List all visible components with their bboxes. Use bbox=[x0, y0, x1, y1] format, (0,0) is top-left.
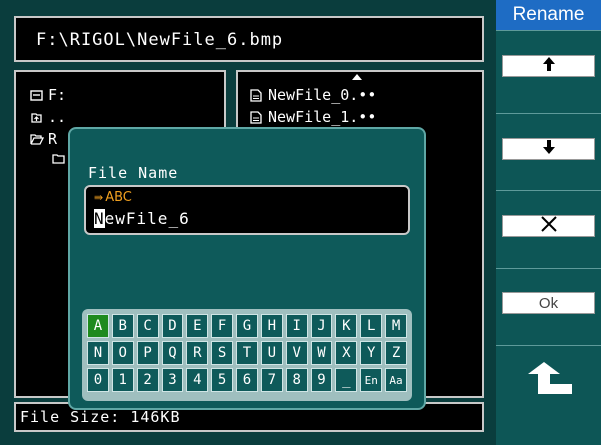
key-1[interactable]: 1 bbox=[111, 368, 134, 392]
input-mode-icon: ⇛ bbox=[94, 191, 104, 204]
dir-item-parent[interactable]: .. bbox=[30, 108, 66, 126]
key-j[interactable]: J bbox=[310, 314, 333, 338]
file-name-text: ewFile_6 bbox=[104, 209, 190, 228]
dir-item-rigol[interactable]: R bbox=[30, 130, 57, 148]
file-icon bbox=[250, 88, 264, 102]
back-button[interactable] bbox=[510, 348, 588, 408]
key-r[interactable]: R bbox=[186, 341, 209, 365]
soft-keyboard: A B C D E F G H I J K L M N O P Q R S T U V W X Y Z 0 1 2 3 4 5 6 7 8 9 _ En A… bbox=[82, 309, 412, 401]
text-cursor: N bbox=[94, 209, 105, 228]
dir-item-drive[interactable]: F: bbox=[30, 86, 66, 104]
key-q[interactable]: Q bbox=[161, 341, 184, 365]
menu-divider bbox=[496, 113, 601, 114]
file-icon bbox=[250, 110, 264, 124]
key-en[interactable]: En bbox=[360, 368, 383, 392]
key-9[interactable]: 9 bbox=[310, 368, 333, 392]
delete-char-button[interactable] bbox=[502, 215, 595, 237]
key-2[interactable]: 2 bbox=[136, 368, 159, 392]
oscilloscope-screen: F:\RIGOL\NewFile_6.bmp F: .. R NewFile_0… bbox=[0, 0, 601, 445]
input-mode-indicator: ⇛ ABC bbox=[94, 190, 132, 205]
path-text: F:\RIGOL\NewFile_6.bmp bbox=[36, 30, 284, 50]
key-k[interactable]: K bbox=[335, 314, 358, 338]
key-g[interactable]: G bbox=[236, 314, 258, 338]
key-8[interactable]: 8 bbox=[285, 368, 308, 392]
key-s[interactable]: S bbox=[211, 341, 234, 365]
key-3[interactable]: 3 bbox=[161, 368, 184, 392]
cursor-up-button[interactable] bbox=[502, 55, 595, 77]
file-item-label: NewFile_0.•• bbox=[268, 86, 377, 104]
file-item-label: NewFile_1.•• bbox=[268, 108, 377, 126]
menu-divider bbox=[496, 190, 601, 191]
path-bar: F:\RIGOL\NewFile_6.bmp bbox=[14, 16, 484, 62]
file-name-dialog: File Name ⇛ ABC NewFile_6 ABCDEFGHIJKLMNO… bbox=[68, 127, 426, 410]
back-arrow-icon bbox=[510, 362, 588, 412]
key-v[interactable]: V bbox=[285, 341, 308, 365]
key-o[interactable]: O bbox=[111, 341, 134, 365]
input-mode-label: ABC bbox=[105, 190, 132, 205]
file-name-value: NewFile_6 bbox=[94, 209, 190, 228]
key-a[interactable]: A bbox=[87, 314, 109, 338]
dir-item-label: R bbox=[48, 130, 58, 148]
key-e[interactable]: E bbox=[186, 314, 209, 338]
keyboard-row: 0 1 2 3 4 5 6 7 8 9 _ En Aa bbox=[87, 368, 407, 392]
softkey-menu: Rename Ok bbox=[496, 0, 601, 445]
key-x[interactable]: X bbox=[335, 341, 358, 365]
key-d[interactable]: D bbox=[161, 314, 184, 338]
menu-divider bbox=[496, 268, 601, 269]
arrow-up-icon bbox=[542, 56, 556, 76]
key-h[interactable]: H bbox=[260, 314, 283, 338]
cursor-down-button[interactable] bbox=[502, 138, 595, 160]
drive-icon bbox=[30, 89, 44, 102]
file-name-input[interactable]: ⇛ ABC NewFile_6 bbox=[84, 185, 410, 235]
dir-item-label: F: bbox=[48, 86, 67, 104]
open-folder-icon bbox=[30, 133, 45, 146]
key-c[interactable]: C bbox=[136, 314, 159, 338]
key-6[interactable]: 6 bbox=[236, 368, 258, 392]
keyboard-row: ABCDEFGHIJKLM bbox=[87, 314, 407, 338]
parent-dir-icon bbox=[30, 111, 44, 124]
key-n[interactable]: N bbox=[87, 341, 109, 365]
key-m[interactable]: M bbox=[385, 314, 407, 338]
ok-button[interactable]: Ok bbox=[502, 292, 595, 314]
scroll-up-icon[interactable] bbox=[352, 74, 362, 80]
file-item[interactable]: NewFile_1.•• bbox=[250, 108, 376, 126]
key-f[interactable]: F bbox=[211, 314, 234, 338]
key-underscore[interactable]: _ bbox=[335, 368, 358, 392]
folder-icon bbox=[52, 152, 66, 165]
key-z[interactable]: Z bbox=[385, 341, 407, 365]
key-l[interactable]: L bbox=[360, 314, 383, 338]
key-5[interactable]: 5 bbox=[211, 368, 234, 392]
file-item[interactable]: NewFile_0.•• bbox=[250, 86, 376, 104]
key-p[interactable]: P bbox=[136, 341, 159, 365]
key-w[interactable]: W bbox=[310, 341, 333, 365]
delete-x-icon bbox=[540, 216, 558, 236]
dialog-title: File Name bbox=[88, 164, 179, 182]
key-4[interactable]: 4 bbox=[186, 368, 209, 392]
key-i[interactable]: I bbox=[285, 314, 308, 338]
key-0[interactable]: 0 bbox=[87, 368, 109, 392]
menu-divider bbox=[496, 30, 601, 31]
keyboard-row: NOPQRSTUVWXYZ bbox=[87, 341, 407, 365]
key-aa[interactable]: Aa bbox=[385, 368, 407, 392]
menu-divider bbox=[496, 345, 601, 346]
menu-title: Rename bbox=[496, 0, 601, 30]
arrow-down-icon bbox=[542, 139, 556, 159]
key-y[interactable]: Y bbox=[360, 341, 383, 365]
key-t[interactable]: T bbox=[236, 341, 258, 365]
dir-item-label: .. bbox=[48, 108, 67, 126]
key-7[interactable]: 7 bbox=[260, 368, 283, 392]
key-b[interactable]: B bbox=[111, 314, 134, 338]
ok-label: Ok bbox=[538, 294, 559, 312]
key-u[interactable]: U bbox=[260, 341, 283, 365]
file-size-text: File Size: 146KB bbox=[20, 408, 181, 426]
